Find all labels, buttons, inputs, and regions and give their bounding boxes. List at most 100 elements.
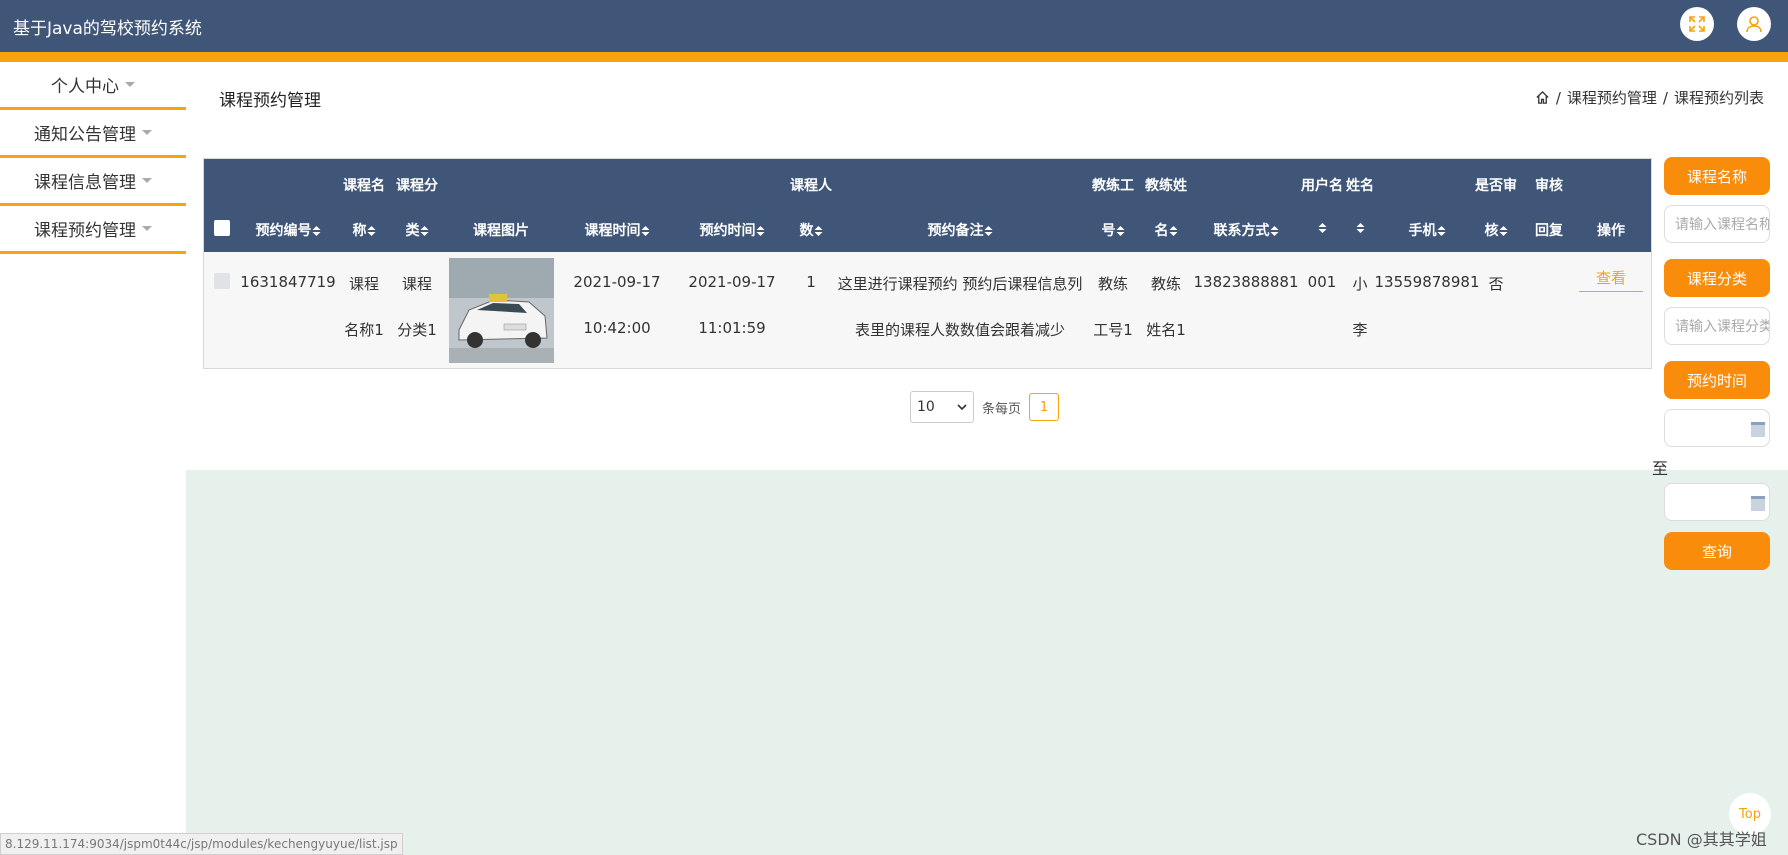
cell-course-name-line2: 名称1 bbox=[344, 321, 384, 339]
view-button[interactable]: 查看 bbox=[1579, 263, 1643, 292]
column-header-reviewed[interactable]: 核 bbox=[1485, 220, 1508, 240]
breadcrumb: / 课程预约管理 / 课程预约列表 bbox=[1535, 87, 1764, 108]
sidebar-item-label: 个人中心 bbox=[51, 77, 119, 97]
date-range-separator: 至 bbox=[1652, 459, 1669, 478]
cell-name-line1: 小 bbox=[1352, 275, 1368, 293]
caret-down-icon bbox=[142, 130, 152, 135]
column-header-username[interactable] bbox=[1318, 220, 1327, 236]
column-header-phone[interactable]: 手机 bbox=[1409, 220, 1446, 240]
column-header-count[interactable]: 数 bbox=[800, 220, 823, 240]
select-all-checkbox[interactable] bbox=[214, 220, 230, 236]
caret-down-icon bbox=[125, 82, 135, 87]
cell-username: 001 bbox=[1307, 273, 1337, 291]
column-header-course-image: 课程图片 bbox=[473, 223, 529, 239]
column-header-review-reply: 回复 bbox=[1535, 223, 1563, 239]
breadcrumb-item-booking-list: 课程预约列表 bbox=[1673, 89, 1764, 107]
sort-icon bbox=[367, 226, 376, 236]
column-header-course-name[interactable]: 称 bbox=[353, 220, 376, 240]
page-size-select[interactable]: 10 bbox=[910, 391, 974, 423]
sidebar-item-course-booking-management[interactable]: 课程预约管理 bbox=[0, 206, 186, 254]
course-type-input[interactable]: 请输入课程分类 bbox=[1664, 307, 1770, 345]
browser-status-url: 8.129.11.174:9034/jspm0t44c/jsp/modules/… bbox=[0, 833, 403, 855]
column-header-contact[interactable]: 联系方式 bbox=[1214, 220, 1279, 240]
cell-course-time-clock: 10:42:00 bbox=[583, 319, 651, 337]
column-header-actions: 操作 bbox=[1597, 223, 1625, 239]
page-size-value: 10 bbox=[917, 399, 935, 415]
column-header-remark[interactable]: 预约备注 bbox=[928, 220, 993, 240]
column-header-name[interactable] bbox=[1356, 220, 1365, 236]
caret-down-icon bbox=[142, 178, 152, 183]
page-number-current[interactable]: 1 bbox=[1029, 393, 1060, 421]
course-name-input[interactable]: 请输入课程名称 bbox=[1664, 205, 1770, 243]
row-checkbox[interactable] bbox=[214, 273, 230, 289]
user-avatar-button[interactable] bbox=[1737, 7, 1771, 41]
home-icon[interactable] bbox=[1535, 90, 1550, 105]
user-icon bbox=[1746, 16, 1762, 33]
sort-icon bbox=[984, 226, 993, 236]
top-bar: 基于Java的驾校预约系统 bbox=[0, 0, 1788, 52]
table-header: 预约编号 课程名 称 课程分 类 课程图片 课程时间 预约时间 课程人 数 预约… bbox=[204, 159, 1651, 252]
pagination: 10 条每页 1 bbox=[910, 391, 1060, 423]
column-header-course-type[interactable]: 类 bbox=[406, 220, 429, 240]
column-header-coach-name[interactable]: 名 bbox=[1155, 220, 1178, 240]
cell-contact: 13823888881 bbox=[1193, 273, 1299, 291]
cell-remark-line2: 表里的课程人数数值会跟着减少 bbox=[854, 321, 1066, 339]
column-header-booking-id[interactable]: 预约编号 bbox=[256, 220, 321, 240]
cell-name-line2: 李 bbox=[1352, 321, 1368, 339]
column-header-username-top: 用户名 bbox=[1301, 178, 1343, 194]
cell-remark-line1: 这里进行课程预约 预约后课程信息列 bbox=[837, 275, 1083, 293]
breadcrumb-separator: / bbox=[1662, 88, 1668, 107]
booking-time-end-input[interactable] bbox=[1664, 483, 1770, 521]
sort-icon bbox=[814, 226, 823, 236]
fullscreen-button[interactable] bbox=[1680, 7, 1714, 41]
sidebar-item-personal-center[interactable]: 个人中心 bbox=[0, 62, 186, 110]
sort-icon bbox=[1116, 226, 1125, 236]
cell-course-name-line1: 课程 bbox=[348, 275, 380, 293]
cell-booking-id: 1631847719 bbox=[240, 273, 336, 291]
breadcrumb-item-course-booking[interactable]: 课程预约管理 bbox=[1567, 87, 1657, 108]
sidebar-item-notice-management[interactable]: 通知公告管理 bbox=[0, 110, 186, 158]
booking-table: 预约编号 课程名 称 课程分 类 课程图片 课程时间 预约时间 课程人 数 预约… bbox=[203, 158, 1652, 369]
column-header-review-reply-top: 审核 bbox=[1535, 178, 1563, 194]
sort-icon bbox=[312, 226, 321, 236]
column-header-name-top: 姓名 bbox=[1346, 178, 1374, 194]
sort-icon bbox=[420, 226, 429, 236]
column-header-course-time[interactable]: 课程时间 bbox=[585, 220, 650, 240]
sort-icon bbox=[1437, 226, 1446, 236]
cell-coach-no-line2: 工号1 bbox=[1093, 321, 1133, 339]
column-header-coach-name-top: 教练姓 bbox=[1145, 178, 1187, 194]
sort-icon bbox=[1270, 226, 1279, 236]
course-type-label-button[interactable]: 课程分类 bbox=[1664, 259, 1770, 297]
column-header-course-type-top: 课程分 bbox=[396, 178, 438, 194]
course-name-label-button[interactable]: 课程名称 bbox=[1664, 157, 1770, 195]
sort-icon bbox=[1356, 223, 1365, 233]
column-header-reviewed-top: 是否审 bbox=[1475, 178, 1517, 194]
cell-coach-name-line2: 姓名1 bbox=[1146, 321, 1186, 339]
cell-booking-time-clock: 11:01:59 bbox=[698, 319, 766, 337]
cell-phone: 13559878981 bbox=[1374, 273, 1480, 291]
header-accent-strip bbox=[0, 52, 1788, 62]
query-button[interactable]: 查询 bbox=[1664, 532, 1770, 570]
sort-icon bbox=[641, 226, 650, 236]
column-header-booking-time[interactable]: 预约时间 bbox=[700, 220, 765, 240]
fullscreen-icon bbox=[1689, 16, 1705, 32]
cell-booking-time-date: 2021-09-17 bbox=[688, 273, 776, 291]
column-header-course-name-top: 课程名 bbox=[343, 178, 385, 194]
booking-time-start-input[interactable] bbox=[1664, 409, 1770, 447]
course-image bbox=[449, 258, 554, 363]
watermark: CSDN @其其学姐 bbox=[1636, 830, 1767, 849]
booking-time-label-button[interactable]: 预约时间 bbox=[1664, 361, 1770, 399]
column-header-coach-no[interactable]: 号 bbox=[1102, 220, 1125, 240]
sidebar-item-label: 课程预约管理 bbox=[34, 221, 136, 241]
cell-course-time-date: 2021-09-17 bbox=[573, 273, 661, 291]
caret-down-icon bbox=[142, 226, 152, 231]
sort-icon bbox=[756, 226, 765, 236]
cell-course-type-line2: 分类1 bbox=[397, 321, 437, 339]
cell-coach-no-line1: 教练 bbox=[1097, 275, 1129, 293]
column-header-count-top: 课程人 bbox=[790, 178, 832, 194]
calendar-icon bbox=[1751, 422, 1765, 437]
calendar-icon bbox=[1751, 496, 1765, 511]
sidebar: 个人中心 通知公告管理 课程信息管理 课程预约管理 bbox=[0, 62, 186, 254]
sidebar-item-course-info-management[interactable]: 课程信息管理 bbox=[0, 158, 186, 206]
content-background bbox=[186, 470, 1788, 855]
